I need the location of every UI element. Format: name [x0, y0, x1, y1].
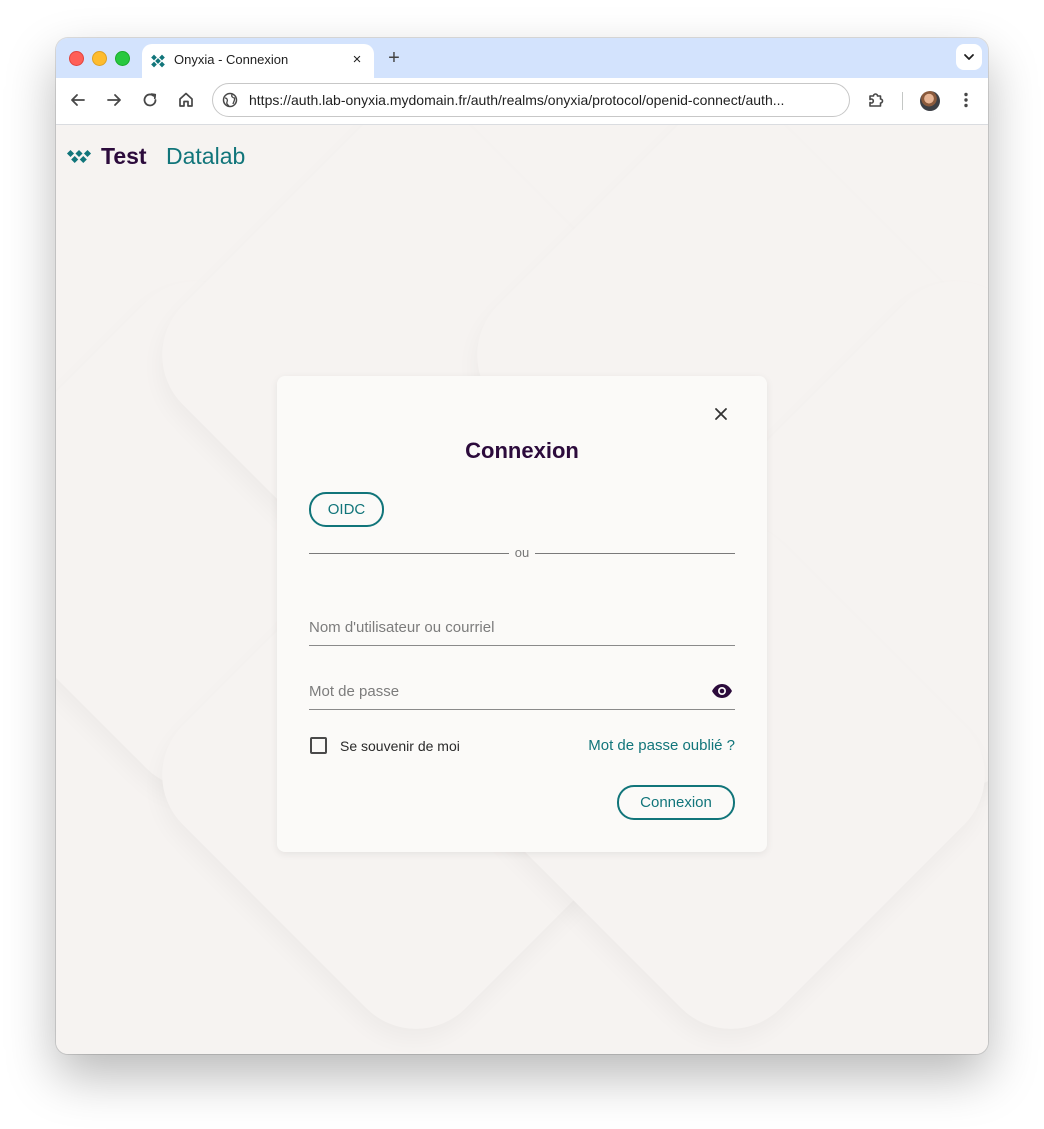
tab-title: Onyxia - Connexion — [174, 52, 289, 67]
tab-search-button[interactable] — [956, 44, 982, 70]
profile-avatar[interactable] — [920, 91, 940, 111]
login-title: Connexion — [465, 438, 579, 463]
divider-line-right — [535, 553, 735, 554]
tab-onyxia-connexion[interactable]: Onyxia - Connexion × — [142, 44, 374, 78]
globe-icon[interactable] — [222, 92, 238, 108]
new-tab-button[interactable]: + — [382, 46, 406, 70]
onyxia-logo-icon — [66, 149, 92, 164]
remember-me-checkbox[interactable] — [310, 737, 327, 754]
minimize-window-button[interactable] — [92, 51, 107, 66]
reload-icon[interactable] — [139, 89, 161, 111]
page-content: Test Datalab Connexion OIDC ou Nom d'uti… — [56, 125, 988, 1054]
address-bar[interactable]: https://auth.lab-onyxia.mydomain.fr/auth… — [212, 83, 850, 117]
tab-close-icon[interactable]: × — [348, 51, 366, 69]
maximize-window-button[interactable] — [115, 51, 130, 66]
eye-icon[interactable] — [711, 683, 733, 699]
password-field — [309, 675, 735, 710]
address-url[interactable]: https://auth.lab-onyxia.mydomain.fr/auth… — [249, 92, 833, 108]
username-field — [309, 611, 735, 646]
divider-line-left — [309, 553, 509, 554]
password-input[interactable] — [309, 679, 699, 703]
forgot-password-link[interactable]: Mot de passe oublié ? — [588, 737, 735, 754]
toolbar-separator — [902, 92, 903, 110]
brand-name-primary: Test — [101, 143, 147, 169]
back-arrow-icon[interactable] — [67, 89, 89, 111]
onyxia-logo-icon — [151, 54, 165, 68]
close-icon[interactable] — [711, 404, 731, 424]
home-icon[interactable] — [175, 89, 197, 111]
username-input[interactable] — [309, 615, 699, 639]
remember-me-label[interactable]: Se souvenir de moi — [340, 738, 460, 754]
chevron-down-icon — [964, 54, 974, 60]
oidc-login-button[interactable]: OIDC — [309, 492, 384, 527]
close-window-button[interactable] — [69, 51, 84, 66]
forward-arrow-icon[interactable] — [103, 89, 125, 111]
kebab-menu-icon[interactable] — [955, 89, 977, 111]
browser-toolbar: https://auth.lab-onyxia.mydomain.fr/auth… — [56, 78, 988, 125]
tab-strip: Onyxia - Connexion × + — [56, 38, 988, 78]
login-card: Connexion OIDC ou Se souvenir de moi Mot… — [277, 376, 767, 852]
puzzle-icon[interactable] — [865, 89, 887, 111]
browser-window: Onyxia - Connexion × + https://auth.lab-… — [56, 38, 988, 1054]
brand-name-secondary: Datalab — [166, 143, 246, 169]
login-submit-button[interactable]: Connexion — [617, 785, 735, 820]
